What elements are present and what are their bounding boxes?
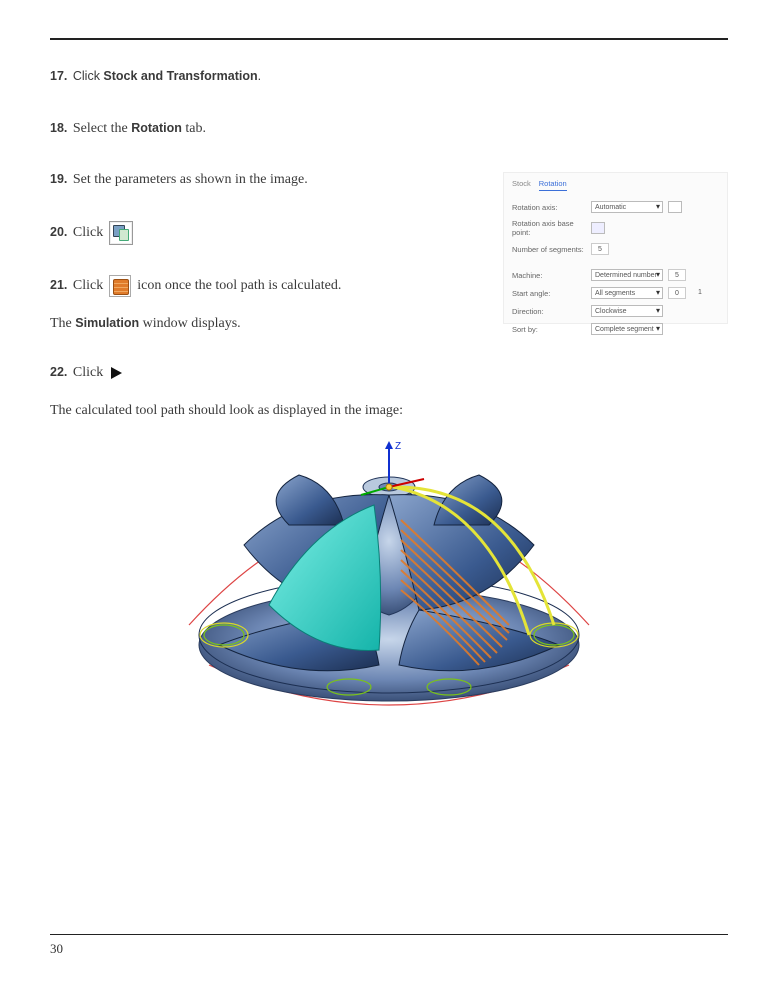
select-direction[interactable]: Clockwise [591, 305, 663, 317]
row-sort-by: Sort by: Complete segment [512, 323, 719, 335]
input-start-angle[interactable]: 0 [668, 287, 686, 299]
label-sort-by: Sort by: [512, 325, 586, 334]
tab-rotation[interactable]: Rotation [539, 179, 567, 191]
label-direction: Direction: [512, 307, 586, 316]
text-start-count: 1 [691, 287, 709, 299]
select-start-angle[interactable]: All segments [591, 287, 663, 299]
rotation-panel: Stock Rotation Rotation axis: Automatic … [503, 172, 728, 324]
label-num-segments: Number of segments: [512, 245, 586, 254]
label-rotation-base: Rotation axis base point: [512, 219, 586, 237]
label-rotation-axis: Rotation axis: [512, 203, 586, 212]
page-footer: 30 [50, 934, 728, 957]
step-number: 21. [50, 278, 67, 292]
tab-stock[interactable]: Stock [512, 179, 531, 191]
row-start-angle: Start angle: All segments 0 1 [512, 287, 719, 299]
bottom-rule [50, 934, 728, 935]
row-rotation-axis: Rotation axis: Automatic [512, 201, 719, 213]
step-22: 22. Click [50, 362, 728, 384]
impeller-svg: Z [149, 435, 629, 735]
step-number: 17. [50, 69, 67, 83]
step-number: 22. [50, 365, 67, 379]
select-machine[interactable]: Determined number [591, 269, 663, 281]
step-number: 20. [50, 225, 67, 239]
simulation-image: Z [149, 435, 629, 735]
select-rotation-axis[interactable]: Automatic [591, 201, 663, 213]
calculated-line: The calculated tool path should look as … [50, 400, 728, 421]
row-rotation-base: Rotation axis base point: [512, 219, 719, 237]
label-machine: Machine: [512, 271, 586, 280]
label-start-angle: Start angle: [512, 289, 586, 298]
select-sort-by[interactable]: Complete segment [591, 323, 663, 335]
pick-axis-button[interactable] [668, 201, 682, 213]
panel-tabs: Stock Rotation [512, 179, 719, 191]
toolpath-icon [109, 275, 131, 297]
axis-z-label: Z [395, 441, 401, 452]
row-num-segments: Number of segments: 5 [512, 243, 719, 255]
step-17: 17. Click Stock and Transformation. [50, 66, 728, 88]
input-machine-count[interactable]: 5 [668, 269, 686, 281]
calculate-icon [109, 221, 133, 245]
page-number: 30 [50, 941, 728, 957]
top-rule [50, 38, 728, 40]
step-number: 18. [50, 121, 67, 135]
row-direction: Direction: Clockwise [512, 305, 719, 317]
step-number: 19. [50, 172, 67, 186]
row-machine: Machine: Determined number 5 [512, 269, 719, 281]
document-page: 17. Click Stock and Transformation. 18. … [0, 0, 778, 989]
input-num-segments[interactable]: 5 [591, 243, 609, 255]
play-icon [111, 367, 122, 379]
base-point-box[interactable] [591, 222, 605, 234]
step-18: 18. Select the Rotation tab. [50, 118, 728, 140]
